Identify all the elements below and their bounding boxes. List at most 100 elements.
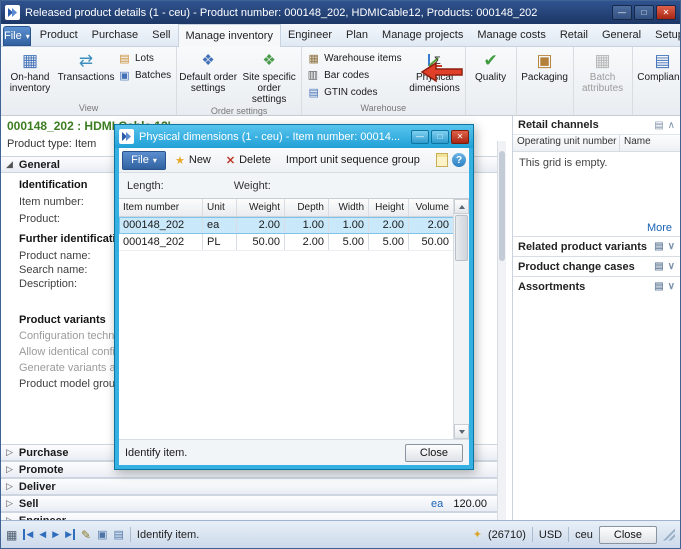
grid-column-header[interactable]: Height bbox=[369, 199, 409, 216]
quality-button[interactable]: ✔ Quality bbox=[467, 47, 515, 102]
file-menu-button[interactable]: File ▾ bbox=[3, 26, 31, 46]
default-order-settings-button[interactable]: ❖ Default order settings bbox=[178, 47, 238, 105]
maximize-button[interactable]: □ bbox=[634, 5, 654, 20]
document-handling-icon[interactable] bbox=[436, 153, 448, 167]
button-label: Transactions bbox=[58, 72, 115, 83]
site-specific-order-settings-button[interactable]: ❖ Site specific order settings bbox=[238, 47, 300, 105]
first-record-icon[interactable]: ◀ bbox=[23, 529, 33, 540]
help-icon[interactable]: ? bbox=[452, 153, 466, 167]
status-bar: ▦ ◀ ◀ ▶ ▶ ✎ ▣ ▤ Identify item. ✦ (26710)… bbox=[1, 520, 680, 548]
company-indicator[interactable]: ceu bbox=[575, 529, 593, 541]
previous-record-icon[interactable]: ◀ bbox=[39, 529, 46, 540]
grid-cell: 50.00 bbox=[409, 234, 453, 250]
chevron-down-icon[interactable]: ∨ bbox=[668, 281, 675, 292]
scroll-down-icon[interactable] bbox=[454, 424, 469, 439]
packaging-button[interactable]: ▣ Packaging bbox=[518, 47, 572, 102]
grid-column-header[interactable]: Unit bbox=[203, 199, 237, 216]
column-header-operating-unit[interactable]: Operating unit number bbox=[513, 135, 620, 151]
chevron-down-icon[interactable]: ∨ bbox=[668, 241, 675, 252]
delete-button[interactable]: ✕ Delete bbox=[220, 151, 277, 170]
new-button[interactable]: ★ New bbox=[169, 151, 217, 170]
tab-product[interactable]: Product bbox=[33, 24, 85, 46]
last-record-icon[interactable]: ▶ bbox=[65, 529, 75, 540]
factbox-menu-icon[interactable]: ▤ bbox=[654, 281, 663, 292]
bar-codes-button[interactable]: ▤ Bar codes bbox=[303, 67, 405, 84]
factbox-menu-icon[interactable]: ▤ bbox=[654, 261, 663, 272]
tab-general[interactable]: General bbox=[595, 24, 648, 46]
main-vertical-scrollbar[interactable] bbox=[497, 141, 506, 520]
more-link[interactable]: More bbox=[513, 220, 680, 236]
batch-attributes-button[interactable]: ▦ Batch attributes bbox=[575, 47, 631, 102]
grid-column-header[interactable]: Width bbox=[329, 199, 369, 216]
warehouse-items-button[interactable]: ▦ Warehouse items bbox=[303, 50, 405, 67]
physical-dimensions-dialog: Physical dimensions (1 - ceu) - Item num… bbox=[114, 124, 474, 470]
dialog-file-menu-button[interactable]: File ▾ bbox=[122, 151, 166, 170]
batches-icon: ▣ bbox=[118, 69, 131, 82]
lots-icon: ▤ bbox=[118, 52, 131, 65]
tab-setup[interactable]: Setup bbox=[648, 24, 681, 46]
tab-sell[interactable]: Sell bbox=[145, 24, 177, 46]
assortments-section[interactable]: Assortments ▤ ∨ bbox=[513, 276, 680, 296]
tab-engineer[interactable]: Engineer bbox=[281, 24, 339, 46]
grid-column-header[interactable]: Depth bbox=[285, 199, 329, 216]
fasttab-sell[interactable]: ▷ Sell ea 120.00 bbox=[1, 495, 497, 512]
scroll-up-icon[interactable] bbox=[454, 199, 469, 214]
on-hand-inventory-button[interactable]: ▦ On-hand inventory bbox=[2, 47, 58, 102]
currency-indicator[interactable]: USD bbox=[539, 529, 562, 541]
product-change-cases-section[interactable]: Product change cases ▤ ∨ bbox=[513, 256, 680, 276]
button-label: Site specific order settings bbox=[239, 72, 299, 105]
next-record-icon[interactable]: ▶ bbox=[52, 529, 59, 540]
related-product-variants-section[interactable]: Related product variants ▤ ∨ bbox=[513, 236, 680, 256]
lots-button[interactable]: ▤ Lots bbox=[114, 50, 175, 67]
fasttab-deliver[interactable]: ▷ Deliver bbox=[1, 478, 497, 495]
tab-retail[interactable]: Retail bbox=[553, 24, 595, 46]
chevron-down-icon: ▾ bbox=[26, 32, 30, 41]
factbox-menu-icon[interactable]: ▤ bbox=[654, 120, 663, 131]
compliance-button[interactable]: ▤ Complian... bbox=[634, 47, 681, 102]
fasttab-engineer[interactable]: ▷ Engineer bbox=[1, 512, 497, 520]
dimensions-grid: Item number Unit Weight Depth Width Heig… bbox=[119, 198, 469, 439]
button-label: Default order settings bbox=[179, 72, 237, 94]
transactions-button[interactable]: ⇄ Transactions bbox=[58, 47, 114, 102]
collapsed-arrow-icon: ▷ bbox=[6, 481, 13, 492]
chevron-up-icon[interactable]: ∧ bbox=[668, 120, 675, 131]
tab-manage-projects[interactable]: Manage projects bbox=[375, 24, 470, 46]
button-label: Batches bbox=[135, 70, 171, 81]
weight-label: Weight: bbox=[234, 180, 271, 192]
grid-column-header[interactable]: Weight bbox=[237, 199, 285, 216]
factbox-menu-icon[interactable]: ▤ bbox=[654, 241, 663, 252]
dialog-minimize-button[interactable]: — bbox=[411, 130, 429, 144]
dialog-close-action-button[interactable]: Close bbox=[405, 444, 463, 462]
resize-grip[interactable] bbox=[663, 529, 675, 541]
batches-button[interactable]: ▣ Batches bbox=[114, 67, 175, 84]
grid-row[interactable]: 000148_202 ea 2.00 1.00 1.00 2.00 2.00 bbox=[119, 217, 469, 234]
close-form-button[interactable]: Close bbox=[599, 526, 657, 544]
button-label: GTIN codes bbox=[324, 87, 377, 98]
button-label: Packaging bbox=[521, 72, 568, 83]
details-view-toggle-icon[interactable]: ▤ bbox=[114, 528, 124, 541]
retail-channels-header[interactable]: Retail channels ▤ ∧ bbox=[513, 116, 680, 135]
grid-column-header[interactable]: Item number bbox=[119, 199, 203, 216]
dialog-close-button[interactable]: ✕ bbox=[451, 130, 469, 144]
edit-record-icon[interactable]: ✎ bbox=[81, 528, 91, 542]
column-header-name[interactable]: Name bbox=[620, 135, 680, 151]
grid-row[interactable]: 000148_202 PL 50.00 2.00 5.00 5.00 50.00 bbox=[119, 234, 469, 251]
close-window-button[interactable]: ✕ bbox=[656, 5, 676, 20]
grid-view-icon[interactable]: ▦ bbox=[6, 528, 17, 542]
tab-purchase[interactable]: Purchase bbox=[85, 24, 145, 46]
gtin-codes-button[interactable]: ▤ GTIN codes bbox=[303, 84, 405, 101]
chevron-down-icon[interactable]: ∨ bbox=[668, 261, 675, 272]
grid-vertical-scrollbar[interactable] bbox=[453, 199, 469, 439]
dialog-titlebar: Physical dimensions (1 - ceu) - Item num… bbox=[115, 125, 473, 148]
minimize-button[interactable]: — bbox=[612, 5, 632, 20]
tab-manage-inventory[interactable]: Manage inventory bbox=[178, 24, 281, 47]
import-unit-sequence-group-button[interactable]: Import unit sequence group bbox=[280, 151, 426, 170]
tab-manage-costs[interactable]: Manage costs bbox=[470, 24, 552, 46]
tab-plan[interactable]: Plan bbox=[339, 24, 375, 46]
button-label: Batch attributes bbox=[576, 72, 630, 94]
site-specific-order-settings-icon: ❖ bbox=[258, 49, 280, 71]
grid-view-toggle-icon[interactable]: ▣ bbox=[97, 528, 107, 541]
ribbon-group-quality: ✔ Quality bbox=[466, 47, 517, 115]
grid-column-header[interactable]: Volume bbox=[409, 199, 453, 216]
dialog-maximize-button[interactable]: □ bbox=[431, 130, 449, 144]
